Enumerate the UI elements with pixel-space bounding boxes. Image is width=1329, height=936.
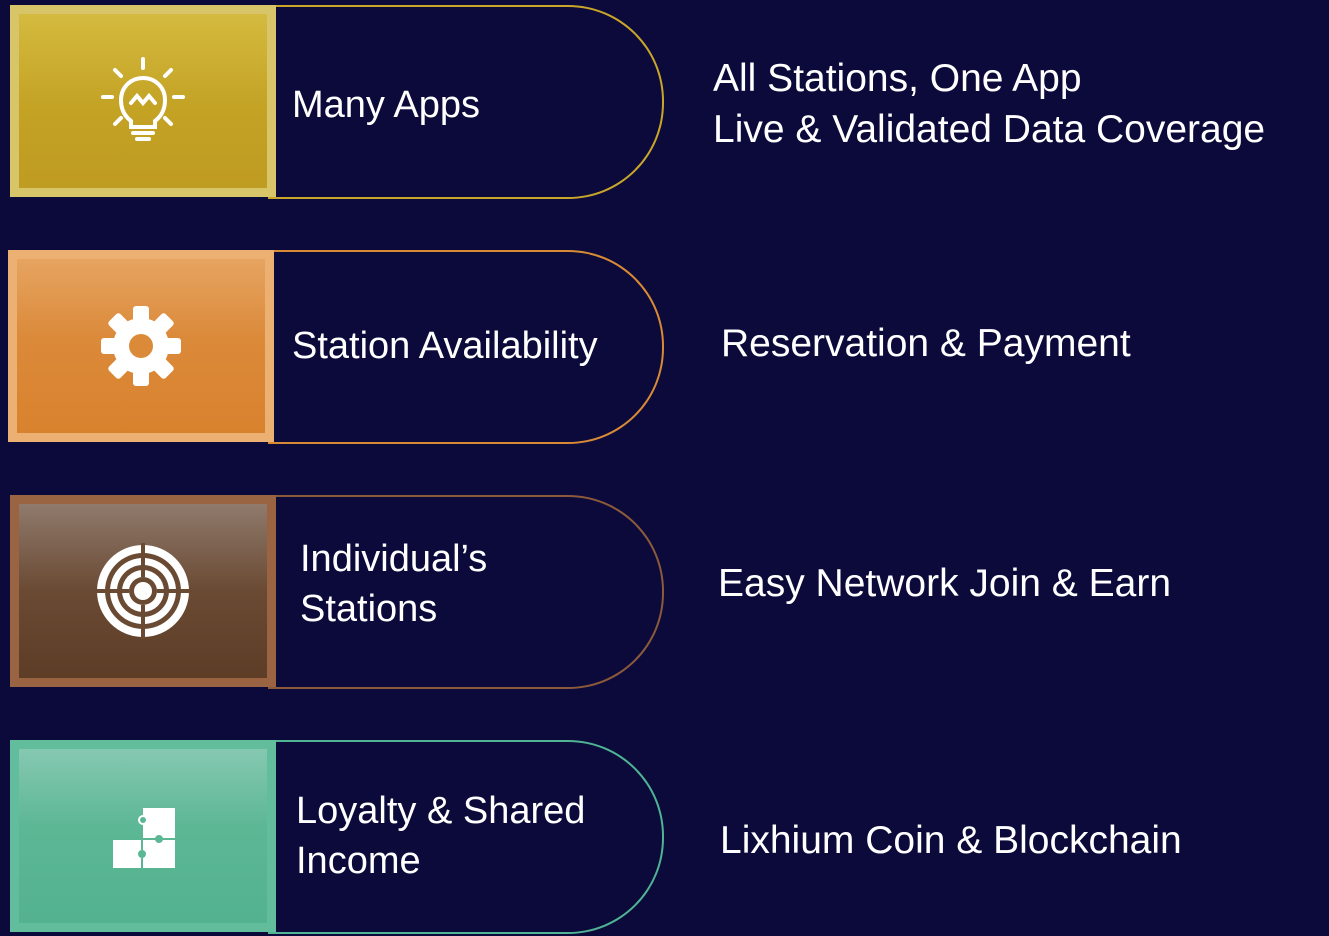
feature-label-line-1: Individual’s <box>300 538 488 580</box>
feature-icon-box <box>10 5 276 197</box>
target-icon <box>95 543 191 639</box>
feature-icon-box <box>10 740 276 932</box>
feature-label: Many Apps <box>292 84 480 126</box>
feature-label: Station Availability <box>292 325 598 367</box>
feature-row-individual-stations: Individual’s Stations Easy Network Join … <box>0 495 1329 691</box>
feature-row-many-apps: Many Apps All Stations, One App Live & V… <box>0 5 1329 201</box>
feature-description-line-1: Lixhium Coin & Blockchain <box>720 819 1182 862</box>
feature-description-line-1: Easy Network Join & Earn <box>718 562 1172 605</box>
feature-row-loyalty-income: Loyalty & Shared Income Lixhium Coin & B… <box>0 740 1329 936</box>
feature-description-line-1: All Stations, One App <box>713 57 1082 100</box>
puzzle-icon <box>113 808 175 868</box>
feature-icon-box <box>10 495 276 687</box>
feature-description-line-2: Live & Validated Data Coverage <box>713 108 1266 151</box>
feature-icon-box <box>8 250 274 442</box>
feature-row-station-availability: Station Availability Reservation & Payme… <box>0 250 1329 446</box>
feature-label-line-2: Income <box>296 840 421 882</box>
lightbulb-icon <box>101 57 185 141</box>
feature-label-line-1: Loyalty & Shared <box>296 790 586 832</box>
feature-description-line-1: Reservation & Payment <box>721 322 1131 365</box>
gear-icon <box>101 306 181 386</box>
feature-label-line-2: Stations <box>300 588 438 630</box>
